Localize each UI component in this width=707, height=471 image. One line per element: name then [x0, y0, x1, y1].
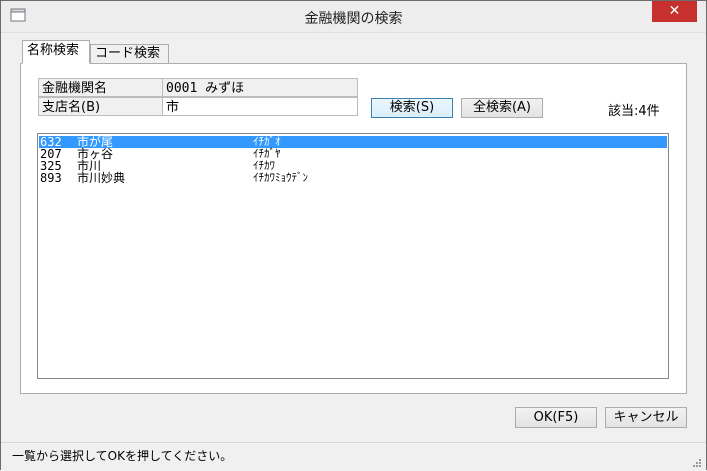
resize-grip-icon[interactable] [692, 457, 702, 467]
list-item[interactable]: 632 市が尾 ｲﾁｶﾞｵ [39, 136, 667, 148]
results-list[interactable]: 632 市が尾 ｲﾁｶﾞｵ 207 市ヶ谷 ｲﾁｶﾞﾔ 325 市川 ｲﾁｶﾜ … [37, 133, 669, 379]
tab-label: 名称検索 [27, 43, 80, 58]
cancel-button[interactable]: キャンセル [605, 407, 687, 428]
search-dialog: 金融機関の検索 ✕ 名称検索 コード検索 金融機関名 0001 みずほ 支店名(… [0, 0, 707, 470]
branch-input[interactable]: 市 [162, 97, 358, 116]
bank-label: 金融機関名 [38, 78, 163, 97]
result-count: 該当:4件 [608, 104, 660, 119]
search-button[interactable]: 検索(S) [371, 98, 453, 118]
tab-name-search[interactable]: 名称検索 [22, 40, 90, 64]
search-button-label: 検索(S) [389, 100, 435, 115]
tab-label: コード検索 [95, 46, 161, 61]
status-message: 一覧から選択してOKを押してください。 [12, 449, 233, 463]
branch-kana: ｲﾁｶﾜﾐｮｳﾃﾞﾝ [253, 171, 308, 184]
window-title: 金融機関の検索 [304, 11, 403, 27]
branch-name: 市川妙典 [77, 171, 126, 185]
ok-button[interactable]: OK(F5) [515, 407, 597, 428]
branch-label: 支店名(B) [38, 97, 163, 116]
ok-button-label: OK(F5) [533, 410, 579, 425]
title-bar: 金融機関の検索 ✕ [1, 1, 706, 33]
status-bar: 一覧から選択してOKを押してください。 [1, 442, 706, 470]
search-all-button-label: 全検索(A) [472, 100, 532, 115]
bank-value: 0001 みずほ [162, 78, 358, 97]
list-item[interactable]: 893 市川妙典 ｲﾁｶﾜﾐｮｳﾃﾞﾝ [39, 171, 667, 185]
close-icon: ✕ [668, 3, 681, 19]
list-item[interactable]: 207 市ヶ谷 ｲﾁｶﾞﾔ [39, 148, 667, 161]
branch-code: 893 [40, 171, 62, 185]
search-all-button[interactable]: 全検索(A) [461, 98, 543, 118]
close-button[interactable]: ✕ [652, 1, 697, 22]
list-item[interactable]: 325 市川 ｲﾁｶﾜ [39, 160, 667, 173]
cancel-button-label: キャンセル [613, 410, 679, 425]
tab-code-search[interactable]: コード検索 [90, 44, 169, 64]
